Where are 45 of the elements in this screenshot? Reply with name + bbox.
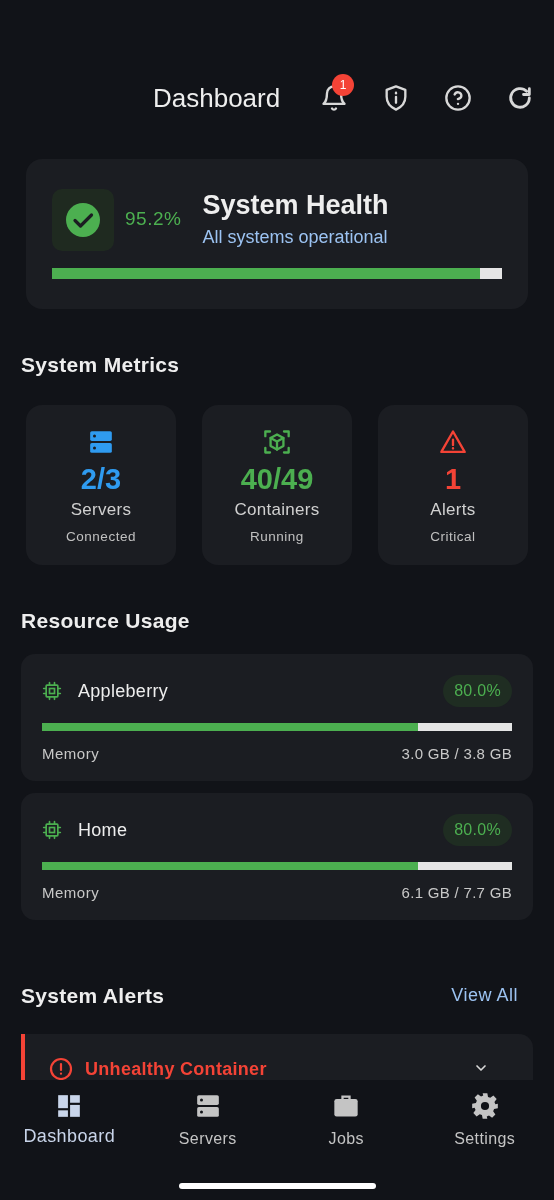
alert-card[interactable]: Unhealthy Container: [21, 1033, 533, 1080]
health-percentage: 95.2%: [125, 207, 182, 232]
metric-value: 40/49: [240, 461, 314, 497]
metric-label: Servers: [70, 498, 132, 521]
help-icon: [444, 84, 473, 112]
usage-percentage-badge: 80.0%: [443, 675, 512, 707]
metric-label: Alerts: [430, 498, 476, 521]
usage-amount: 3.0 GB / 3.8 GB: [401, 744, 512, 764]
server-name: Home: [78, 818, 128, 842]
nav-tab[interactable]: Jobs: [277, 1080, 416, 1160]
page-title: Dashboard: [153, 81, 281, 115]
nav-tab[interactable]: Servers: [138, 1080, 277, 1160]
metric-sublabel: Critical: [430, 528, 476, 546]
cube-frame-icon: [263, 427, 291, 456]
view-all-link[interactable]: View All: [451, 982, 518, 1010]
section-title: Resource Usage: [21, 607, 191, 634]
settings-icon: [470, 1092, 499, 1120]
section-title: System Alerts: [21, 983, 165, 1009]
chip-icon: [42, 681, 62, 701]
server-icon: [88, 428, 114, 455]
metric-sublabel: Running: [250, 528, 304, 546]
chip-icon: [42, 820, 62, 840]
nav-tab[interactable]: Settings: [415, 1080, 554, 1160]
server-icon: [194, 1093, 221, 1119]
metric-type: Memory: [42, 744, 100, 764]
health-status: All systems operational: [202, 226, 389, 249]
usage-amount: 6.1 GB / 7.7 GB: [401, 883, 512, 903]
alert-title: Unhealthy Container: [85, 1057, 267, 1080]
notifications-button[interactable]: 1: [320, 74, 355, 112]
check-circle-icon: [65, 201, 101, 238]
metric-type: Memory: [42, 883, 100, 903]
warning-icon: [439, 427, 467, 456]
metric-value: 2/3: [80, 461, 122, 497]
server-name: Appleberry: [78, 679, 169, 703]
notification-badge: 1: [332, 74, 355, 96]
metric-label: Containers: [234, 498, 320, 521]
health-title: System Health: [202, 189, 389, 222]
usage-percentage-badge: 80.0%: [443, 814, 512, 846]
nav-tab[interactable]: Dashboard: [0, 1080, 139, 1160]
alert-circle-icon: [49, 1056, 73, 1080]
metric-value: 1: [444, 461, 462, 497]
dashboard-icon: [56, 1093, 83, 1119]
section-title: System Metrics: [21, 352, 181, 378]
metric-sublabel: Connected: [66, 528, 136, 546]
help-button[interactable]: [444, 84, 473, 112]
